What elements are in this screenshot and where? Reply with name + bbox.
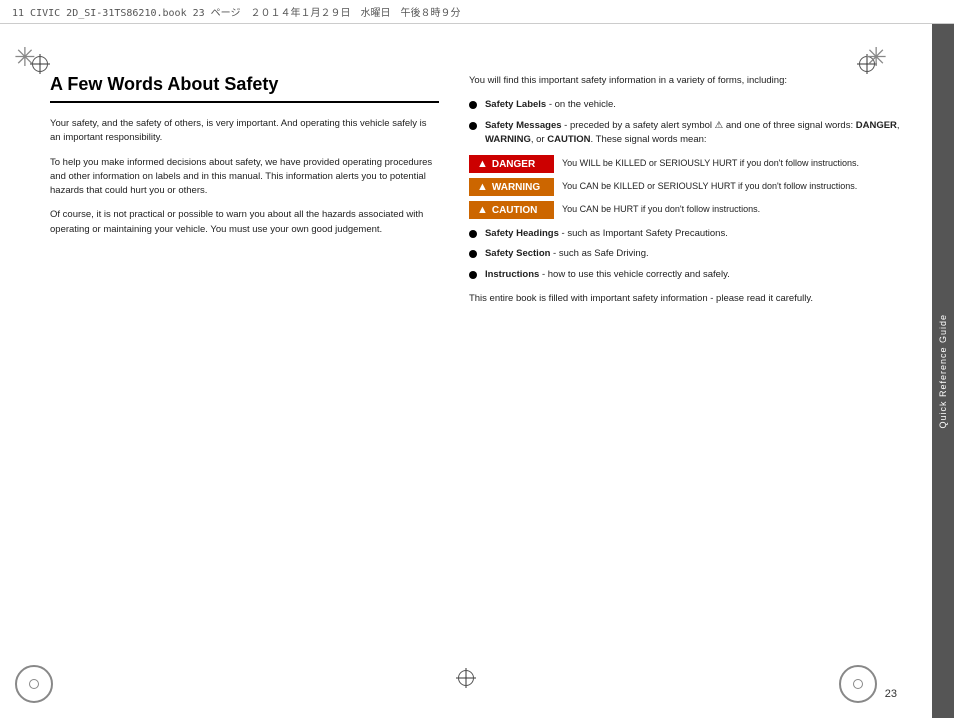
signal-caution-row: ▲ CAUTION You CAN be HURT if you don't f… [469, 201, 902, 219]
bullet-dot [469, 101, 477, 109]
bullet-dot [469, 230, 477, 238]
bullet-text: Safety Messages - preceded by a safety a… [485, 119, 902, 148]
bullet-safety-headings: Safety Headings - such as Important Safe… [469, 227, 902, 241]
caution-description: You CAN be HURT if you don't follow inst… [562, 201, 760, 216]
danger-box: ▲ DANGER [469, 155, 554, 173]
caution-label: CAUTION [492, 205, 538, 216]
warning-label: WARNING [492, 182, 540, 193]
right-intro: You will find this important safety info… [469, 74, 902, 88]
danger-description: You WILL be KILLED or SERIOUSLY HURT if … [562, 155, 859, 170]
signal-danger-row: ▲ DANGER You WILL be KILLED or SERIOUSLY… [469, 155, 902, 173]
left-column: A Few Words About Safety Your safety, an… [50, 44, 459, 698]
bullet-safety-labels: Safety Labels - on the vehicle. [469, 98, 902, 112]
page-number: 23 [885, 688, 897, 700]
left-paragraph-3: Of course, it is not practical or possib… [50, 208, 439, 237]
main-content: ✳ ✳ A Few Words About Safety Your safety… [0, 24, 954, 718]
danger-triangle: ▲ [477, 158, 488, 170]
file-info: 11 CIVIC 2D_SI-31TS86210.book 23 ページ ２０１… [12, 8, 460, 19]
top-right-gear: ✳ [865, 44, 887, 70]
right-column: You will find this important safety info… [459, 44, 902, 698]
danger-label: DANGER [492, 159, 535, 170]
bullet-text: Safety Section - such as Safe Driving. [485, 247, 649, 261]
sidebar-tab: Quick Reference Guide [932, 24, 954, 718]
bullet-safety-section: Safety Section - such as Safe Driving. [469, 247, 902, 261]
bullet-text: Instructions - how to use this vehicle c… [485, 268, 730, 282]
caution-box: ▲ CAUTION [469, 201, 554, 219]
bullet-text: Safety Labels - on the vehicle. [485, 98, 616, 112]
warning-description: You CAN be KILLED or SERIOUSLY HURT if y… [562, 178, 857, 193]
signal-boxes: ▲ DANGER You WILL be KILLED or SERIOUSLY… [469, 155, 902, 219]
bottom-center-crosshair [456, 668, 476, 688]
bullet-text: Safety Headings - such as Important Safe… [485, 227, 728, 241]
bullet-dot [469, 271, 477, 279]
warning-box: ▲ WARNING [469, 178, 554, 196]
signal-warning-row: ▲ WARNING You CAN be KILLED or SERIOUSLY… [469, 178, 902, 196]
page: 11 CIVIC 2D_SI-31TS86210.book 23 ページ ２０１… [0, 0, 954, 718]
warning-triangle: ▲ [477, 181, 488, 193]
bullet-safety-messages: Safety Messages - preceded by a safety a… [469, 119, 902, 148]
top-left-gear: ✳ [14, 44, 36, 70]
left-paragraph-2: To help you make informed decisions abou… [50, 156, 439, 199]
footer-text: This entire book is filled with importan… [469, 292, 902, 306]
sidebar-tab-label: Quick Reference Guide [938, 314, 948, 429]
bullet-dot [469, 250, 477, 258]
header-bar: 11 CIVIC 2D_SI-31TS86210.book 23 ページ ２０１… [0, 0, 954, 24]
page-title: A Few Words About Safety [50, 74, 439, 103]
bottom-right-decoration [839, 665, 877, 703]
bullet-instructions: Instructions - how to use this vehicle c… [469, 268, 902, 282]
bullet-dot [469, 122, 477, 130]
bottom-left-decoration [15, 665, 53, 703]
left-paragraph-1: Your safety, and the safety of others, i… [50, 117, 439, 146]
caution-triangle: ▲ [477, 204, 488, 216]
page-area: ✳ ✳ A Few Words About Safety Your safety… [0, 24, 932, 718]
